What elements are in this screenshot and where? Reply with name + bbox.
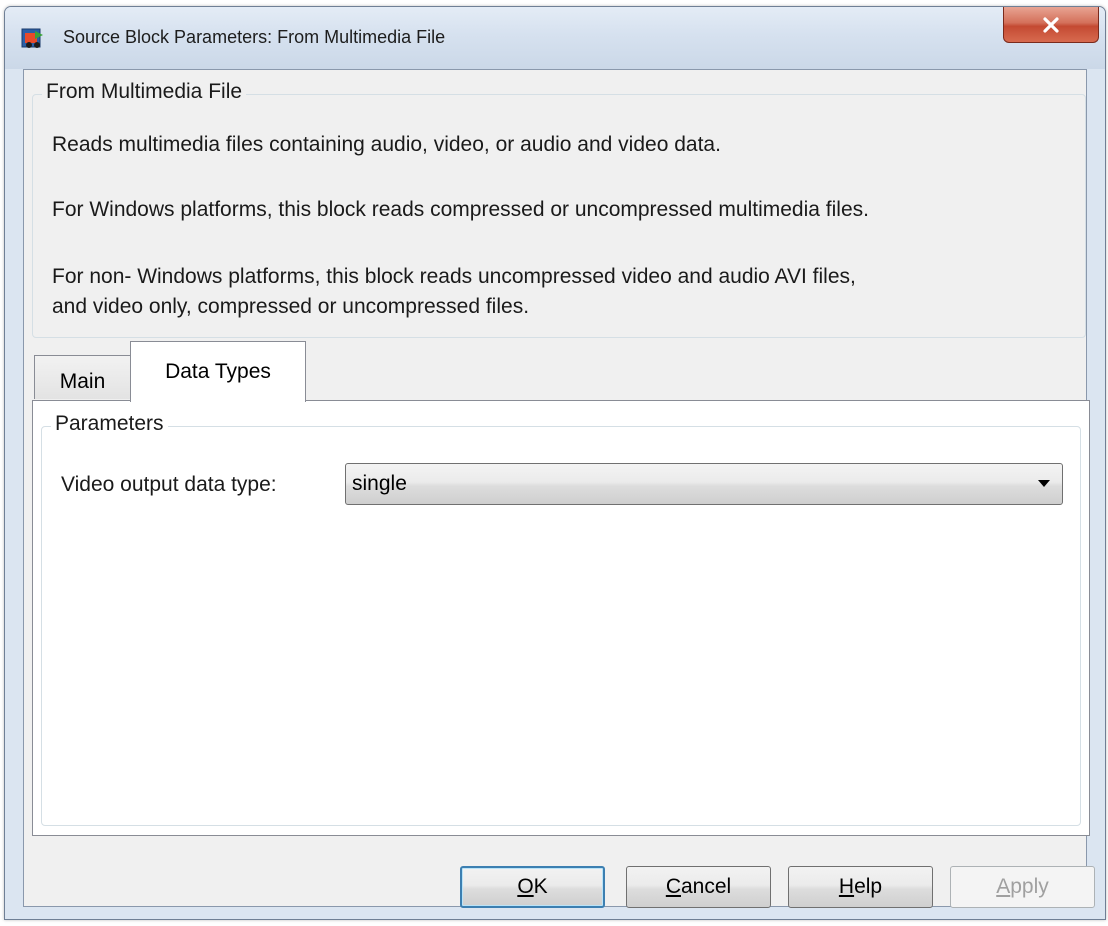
select-value: single xyxy=(352,472,407,495)
close-icon xyxy=(1041,16,1061,34)
window-title: Source Block Parameters: From Multimedia… xyxy=(63,27,446,47)
title-bar[interactable]: Source Block Parameters: From Multimedia… xyxy=(5,7,1105,69)
help-button[interactable]: Help xyxy=(788,866,933,908)
data-types-panel: Parameters Video output data type: singl… xyxy=(32,400,1090,836)
cancel-mnemonic: C xyxy=(665,875,681,898)
ok-mnemonic: O xyxy=(517,875,534,898)
cancel-button[interactable]: Cancel xyxy=(626,866,771,908)
video-output-data-type-label: Video output data type: xyxy=(61,473,277,496)
help-label: elp xyxy=(854,875,883,898)
ok-button[interactable]: OK xyxy=(460,866,605,908)
tab-main[interactable]: Main xyxy=(34,355,131,399)
apply-mnemonic: A xyxy=(996,875,1011,898)
apply-label: pply xyxy=(1010,875,1049,898)
chevron-down-icon xyxy=(1038,480,1050,487)
description-line: Reads multimedia files containing audio,… xyxy=(52,133,721,156)
dialog-body: From Multimedia File Reads multimedia fi… xyxy=(23,69,1095,908)
video-output-data-type-select[interactable]: single xyxy=(345,463,1063,505)
apply-button[interactable]: Apply xyxy=(950,866,1095,908)
description-line: and video only, compressed or uncompress… xyxy=(52,295,530,318)
help-mnemonic: H xyxy=(838,875,855,898)
dialog-window: Source Block Parameters: From Multimedia… xyxy=(4,6,1106,920)
parameters-legend: Parameters xyxy=(51,412,168,436)
description-line: For non- Windows platforms, this block r… xyxy=(52,265,856,288)
close-button[interactable] xyxy=(1003,7,1099,43)
ok-label: K xyxy=(533,875,548,898)
cancel-label: ancel xyxy=(680,875,732,898)
tab-data-types[interactable]: Data Types xyxy=(130,341,306,402)
simulink-block-icon xyxy=(21,27,45,51)
description-legend: From Multimedia File xyxy=(42,80,247,104)
description-line: For Windows platforms, this block reads … xyxy=(52,198,869,221)
